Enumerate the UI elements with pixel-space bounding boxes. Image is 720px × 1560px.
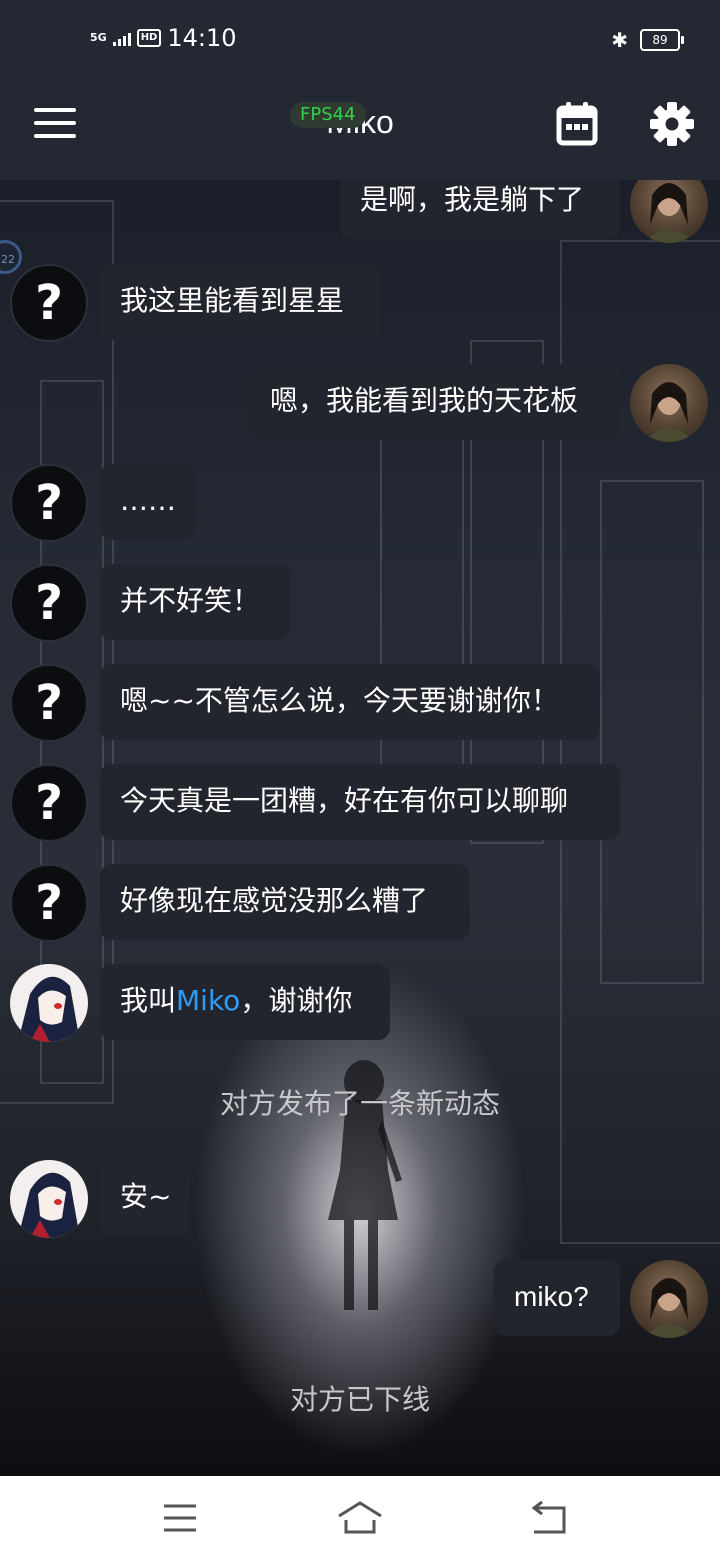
message-bubble-received[interactable]: 我叫Miko，谢谢你 (100, 964, 390, 1040)
calendar-icon[interactable] (556, 102, 598, 146)
status-right: ✱ 89 (611, 28, 684, 52)
message-bubble-sent[interactable]: 嗯，我能看到我的天花板 (250, 364, 620, 440)
message-bubble-sent[interactable]: miko? (494, 1260, 620, 1336)
app-bar: Miko FPS44 (0, 80, 720, 182)
user-avatar[interactable] (630, 364, 708, 442)
nav-menu-icon[interactable] (160, 1500, 200, 1536)
name-link[interactable]: Miko (176, 984, 240, 1017)
system-nav-bar (0, 1476, 720, 1560)
unknown-avatar[interactable]: ? (10, 564, 88, 642)
status-bar: 5G HD 14:10 ✱ 89 (0, 0, 720, 80)
message-bubble-received[interactable]: 好像现在感觉没那么糟了 (100, 864, 470, 940)
message-bubble-received[interactable]: 我这里能看到星星 (100, 264, 380, 340)
message-bubble-received[interactable]: 安~ (100, 1160, 190, 1236)
battery-icon: 89 (640, 29, 684, 51)
user-avatar[interactable] (630, 180, 708, 243)
message-bubble-received[interactable]: …… (100, 464, 196, 540)
unknown-avatar[interactable]: ? (10, 764, 88, 842)
clock: 14:10 (167, 24, 237, 52)
message-bubble-sent[interactable]: 是啊，我是躺下了 (340, 180, 620, 239)
unknown-avatar[interactable]: ? (10, 264, 88, 342)
bluetooth-icon: ✱ (611, 28, 628, 52)
message-text: ，谢谢你 (240, 984, 353, 1017)
unknown-avatar[interactable]: ? (10, 464, 88, 542)
message-bubble-received[interactable]: 今天真是一团糟，好在有你可以聊聊 (100, 764, 620, 840)
chat-area[interactable]: 22 是啊，我是躺下了 ? 我这里能看到星星 嗯，我能看到我的天花板 ? …… … (0, 180, 720, 1476)
unknown-avatar[interactable]: ? (10, 664, 88, 742)
nav-back-icon[interactable] (528, 1500, 568, 1536)
status-left: 5G HD 14:10 (90, 24, 237, 52)
background-building (600, 480, 704, 984)
unknown-avatar[interactable]: ? (10, 864, 88, 942)
nav-home-icon[interactable] (336, 1500, 384, 1536)
message-bubble-received[interactable]: 嗯~~不管怎么说，今天要谢谢你！ (100, 664, 600, 740)
network-type: 5G (90, 31, 107, 44)
miko-avatar[interactable] (10, 964, 88, 1042)
user-avatar[interactable] (630, 1260, 708, 1338)
fps-counter: FPS44 (290, 102, 366, 128)
hd-icon: HD (136, 29, 162, 47)
system-message-offline: 对方已下线 (289, 1383, 430, 1416)
message-bubble-received[interactable]: 并不好笑！ (100, 564, 290, 640)
miko-avatar[interactable] (10, 1160, 88, 1238)
gear-icon[interactable] (650, 102, 694, 146)
message-text: 我叫 (120, 984, 177, 1017)
signal-icon (112, 30, 131, 46)
system-message-new-post: 对方发布了一条新动态 (219, 1087, 500, 1120)
